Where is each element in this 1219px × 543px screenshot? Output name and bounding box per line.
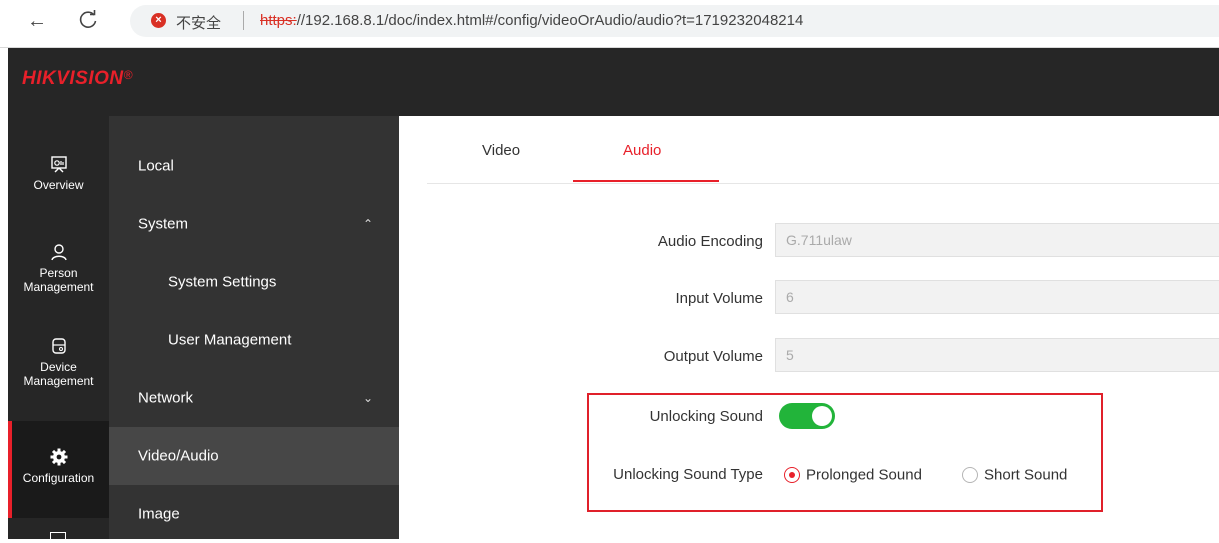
tab-video[interactable]: Video <box>482 142 520 159</box>
submenu-video-audio-label: Video/Audio <box>138 447 219 465</box>
output-volume-field[interactable]: 5 <box>775 338 1219 372</box>
submenu-system-label: System <box>138 215 189 233</box>
input-volume-label: Input Volume <box>675 290 763 307</box>
chevron-up-icon: ⌃ <box>362 217 373 231</box>
warning-icon: × <box>151 13 166 28</box>
content-panel: Video Audio Audio Encoding G.711ulaw Inp… <box>399 116 1219 539</box>
person-icon <box>50 244 67 261</box>
submenu-system[interactable]: System ⌃ <box>109 195 399 253</box>
nav-person-management[interactable]: Person Management <box>8 242 109 294</box>
nav-configuration[interactable]: Configuration <box>8 421 109 518</box>
nav-configuration-label: Configuration <box>22 471 95 485</box>
submenu-image-label: Image <box>138 505 180 523</box>
submenu-local-label: Local <box>138 157 174 175</box>
submenu-network[interactable]: Network ⌄ <box>109 369 399 427</box>
window-edge <box>0 48 8 539</box>
main-nav-rail: Overview Person Management Device Manage… <box>8 116 109 540</box>
reload-icon[interactable] <box>77 9 99 31</box>
highlight-annotation-box <box>587 393 1103 512</box>
submenu-user-management-label: User Management <box>168 331 292 349</box>
url-text[interactable]: https://192.168.8.1/doc/index.html#/conf… <box>260 12 803 29</box>
output-volume-label: Output Volume <box>663 348 763 365</box>
browser-toolbar: ← × 不安全 https://192.168.8.1/doc/index.ht… <box>0 0 1219 48</box>
nav-overview[interactable]: Overview <box>8 154 109 192</box>
arrow-left-icon[interactable]: ← <box>27 11 47 31</box>
submenu-user-management[interactable]: User Management <box>109 311 399 369</box>
app-header: HIKVISION® <box>8 48 1219 116</box>
tab-divider <box>427 183 1219 184</box>
tab-audio[interactable]: Audio <box>623 142 661 159</box>
audio-encoding-field[interactable]: G.711ulaw <box>775 223 1219 257</box>
audio-encoding-label: Audio Encoding <box>657 233 763 250</box>
submenu-image[interactable]: Image <box>109 485 399 543</box>
device-icon <box>51 338 66 354</box>
submenu-video-audio[interactable]: Video/Audio <box>109 427 399 485</box>
submenu-system-settings[interactable]: System Settings <box>109 253 399 311</box>
submenu-system-settings-label: System Settings <box>168 273 277 291</box>
tab-active-indicator <box>573 180 719 182</box>
nav-overview-label: Overview <box>33 178 84 192</box>
nav-device-management[interactable]: Device Management <box>8 336 109 388</box>
chevron-down-icon: ⌄ <box>362 391 373 405</box>
nav-person-label: Person Management <box>23 266 94 294</box>
gear-icon <box>50 448 67 466</box>
overview-icon <box>50 156 67 173</box>
input-volume-field[interactable]: 6 <box>775 280 1219 314</box>
submenu-network-label: Network <box>138 389 194 407</box>
security-label: 不安全 <box>176 15 222 32</box>
url-scheme: https: <box>260 12 297 29</box>
address-separator <box>243 11 244 30</box>
config-submenu: Local System ⌃ System Settings User Mana… <box>109 116 399 539</box>
url-path: //192.168.8.1/doc/index.html#/config/vid… <box>296 12 804 29</box>
submenu-local[interactable]: Local <box>109 137 399 195</box>
nav-device-label: Device Management <box>23 360 94 388</box>
hikvision-logo: HIKVISION® <box>22 68 133 89</box>
